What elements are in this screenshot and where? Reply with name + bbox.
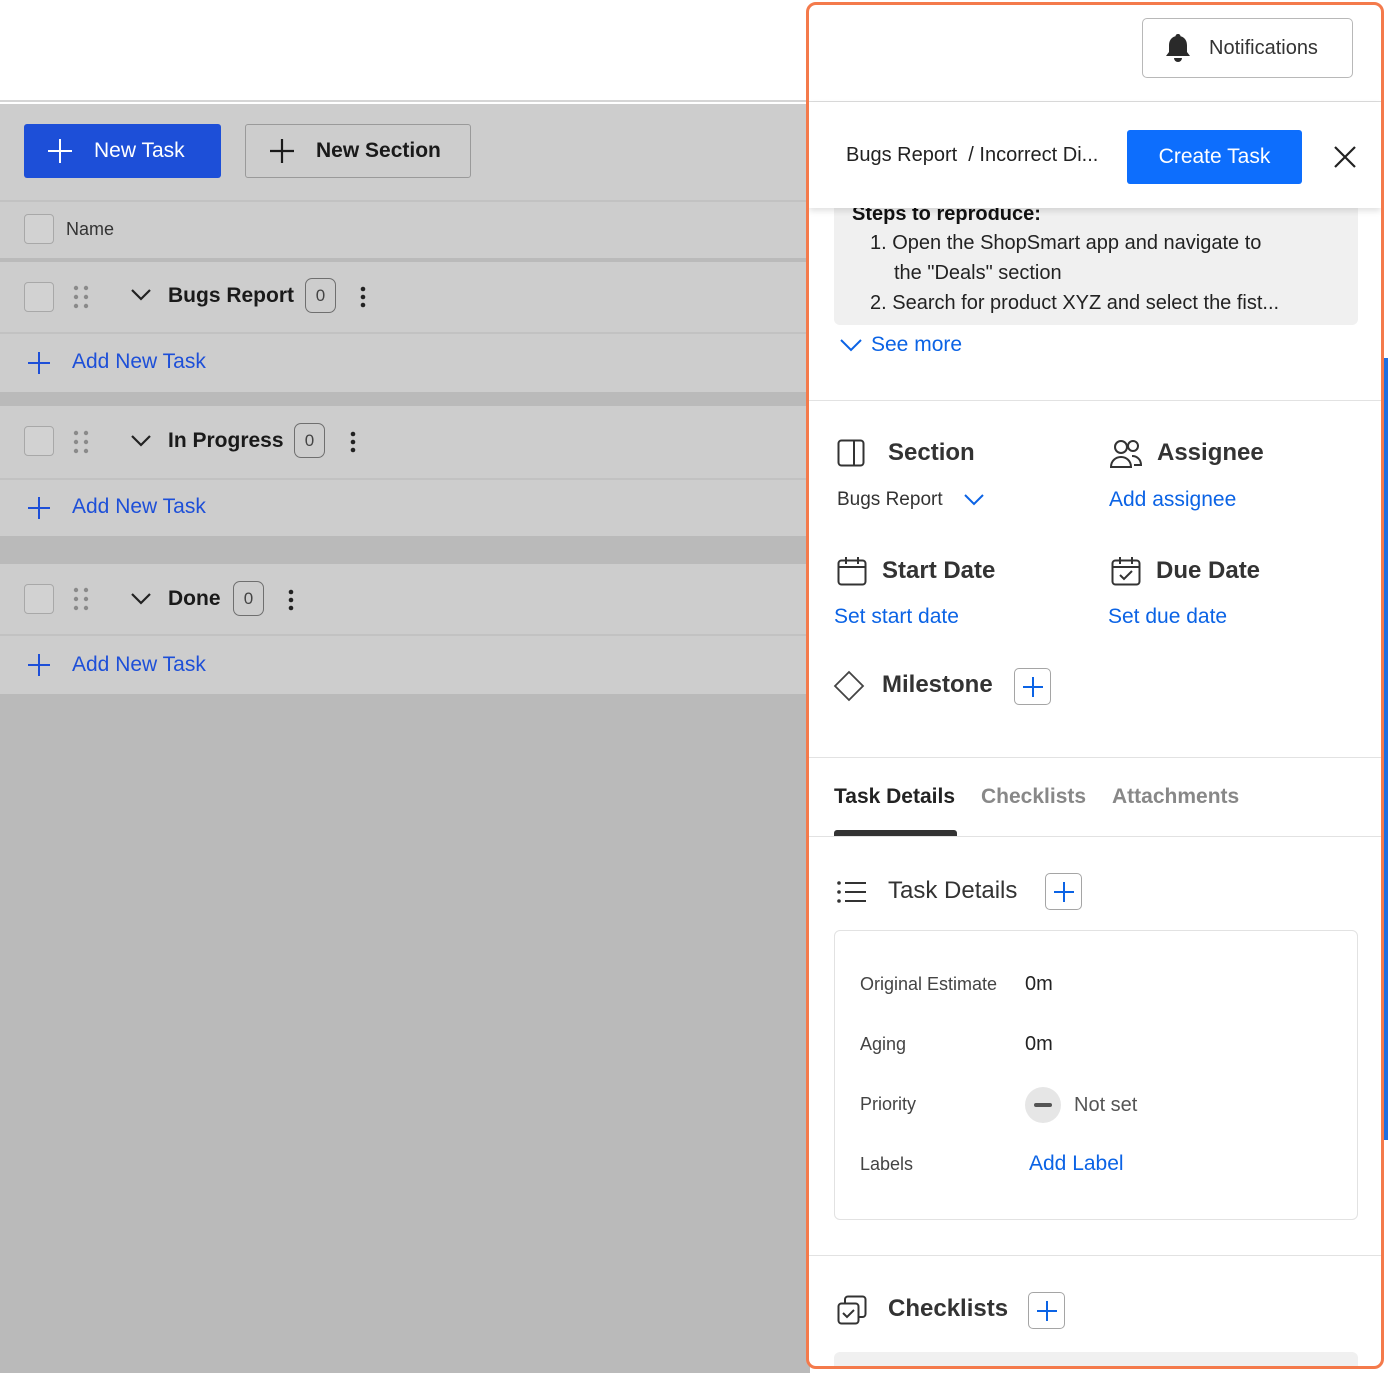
start-date-label: Start Date <box>882 557 996 584</box>
assignee-label: Assignee <box>1157 439 1264 466</box>
add-assignee-link[interactable]: Add assignee <box>1109 488 1236 512</box>
add-checklist-button[interactable] <box>1028 1292 1065 1329</box>
top-bar <box>0 0 810 102</box>
description-step-1: 1. Open the ShopSmart app and navigate t… <box>870 232 1262 254</box>
aging-value: 0m <box>1025 1033 1053 1055</box>
new-section-label: New Section <box>316 139 441 162</box>
section-value: Bugs Report <box>837 489 943 510</box>
group-title: Done <box>168 587 221 610</box>
section-icon <box>837 439 865 467</box>
more-options-icon[interactable] <box>360 286 366 308</box>
task-count-badge: 0 <box>294 423 325 458</box>
add-task-detail-button[interactable] <box>1045 873 1082 910</box>
users-icon <box>1110 439 1142 469</box>
diamond-icon <box>833 670 865 702</box>
add-task-row[interactable]: Add New Task <box>0 334 810 392</box>
due-date-label: Due Date <box>1156 557 1261 584</box>
description-step-2: 2. Search for product XYZ and select the… <box>870 292 1280 314</box>
checklist-icon <box>837 1295 867 1325</box>
name-column-header: Name <box>66 219 115 239</box>
new-task-label: New Task <box>94 139 185 162</box>
add-task-row[interactable]: Add New Task <box>0 636 810 694</box>
plus-icon <box>27 653 51 677</box>
drag-handle-icon[interactable] <box>73 430 89 454</box>
table-header: Name <box>0 200 810 258</box>
task-details-title: Task Details <box>888 877 1018 904</box>
tab-task-details[interactable]: Task Details <box>834 785 955 809</box>
chevron-down-icon[interactable] <box>130 434 152 448</box>
notifications-button[interactable]: Notifications <box>1142 18 1353 78</box>
drag-handle-icon[interactable] <box>73 285 89 309</box>
plus-icon <box>1022 676 1043 697</box>
chevron-down-icon <box>839 338 863 352</box>
group-row-bugs-report[interactable]: Bugs Report 0 <box>0 262 810 332</box>
add-task-row[interactable]: Add New Task <box>0 480 810 536</box>
task-list-area: New Task New Section Name Bugs Report 0 <box>0 104 810 1373</box>
plus-icon <box>1036 1300 1057 1321</box>
priority-value: Not set <box>1074 1093 1138 1116</box>
section-label: Section <box>888 439 975 466</box>
group-checkbox[interactable] <box>24 584 54 614</box>
plus-icon <box>27 496 51 520</box>
original-estimate-label: Original Estimate <box>860 974 998 994</box>
drag-handle-icon[interactable] <box>73 587 89 611</box>
group-row-done[interactable]: Done 0 <box>0 564 810 634</box>
checklist-card-edge <box>834 1352 1358 1366</box>
new-section-button[interactable]: New Section <box>245 124 471 178</box>
new-task-button[interactable]: New Task <box>24 124 221 178</box>
chevron-down-icon <box>963 493 985 507</box>
original-estimate-value[interactable]: 0m <box>1025 973 1053 996</box>
panel-header: Bugs Report / Incorrect Di... Create Tas… <box>809 102 1381 208</box>
tab-checklists[interactable]: Checklists <box>981 785 1086 809</box>
minus-circle-icon <box>1025 1087 1061 1123</box>
checklists-title: Checklists <box>888 1295 1009 1322</box>
add-label-link[interactable]: Add Label <box>1029 1152 1124 1176</box>
labels-label: Labels <box>860 1154 914 1174</box>
notifications-label: Notifications <box>1209 36 1318 59</box>
task-detail-panel: Notifications Bugs Report / Incorrect Di… <box>806 2 1384 1369</box>
see-more-link[interactable]: See more <box>839 333 962 357</box>
more-options-icon[interactable] <box>288 589 294 611</box>
priority-label: Priority <box>860 1094 917 1114</box>
group-checkbox[interactable] <box>24 426 54 456</box>
more-options-icon[interactable] <box>350 431 356 453</box>
plus-icon <box>268 137 296 165</box>
toolbar: New Task New Section <box>0 104 810 200</box>
add-new-task-link[interactable]: Add New Task <box>72 350 206 374</box>
task-count-badge: 0 <box>305 278 336 313</box>
group-title: In Progress <box>168 429 284 452</box>
bell-icon <box>1163 32 1193 64</box>
plus-icon <box>46 137 74 165</box>
add-new-task-link[interactable]: Add New Task <box>72 653 206 677</box>
task-count-badge: 0 <box>233 581 264 616</box>
calendar-icon <box>837 556 867 586</box>
create-task-label: Create Task <box>1158 145 1271 168</box>
add-new-task-link[interactable]: Add New Task <box>72 495 206 519</box>
breadcrumb[interactable]: Bugs Report / Incorrect Di... <box>846 144 1098 167</box>
group-row-in-progress[interactable]: In Progress 0 <box>0 406 810 478</box>
close-icon[interactable] <box>1334 146 1356 168</box>
milestone-label: Milestone <box>882 671 993 698</box>
group-title: Bugs Report <box>168 284 294 307</box>
priority-select[interactable]: Not set <box>1025 1087 1137 1123</box>
section-select[interactable]: Bugs Report <box>837 489 985 511</box>
description-step-1-cont: the "Deals" section <box>894 262 1062 284</box>
group-checkbox[interactable] <box>24 282 54 312</box>
chevron-down-icon[interactable] <box>130 592 152 606</box>
select-all-checkbox[interactable] <box>24 214 54 244</box>
aging-label: Aging <box>860 1034 907 1054</box>
create-task-button[interactable]: Create Task <box>1127 130 1302 184</box>
plus-icon <box>1053 881 1074 902</box>
plus-icon <box>27 351 51 375</box>
scrollbar[interactable] <box>1384 358 1388 1140</box>
set-start-date-link[interactable]: Set start date <box>834 605 959 629</box>
set-due-date-link[interactable]: Set due date <box>1108 605 1227 629</box>
chevron-down-icon[interactable] <box>130 288 152 302</box>
add-milestone-button[interactable] <box>1014 668 1051 705</box>
calendar-check-icon <box>1111 556 1141 586</box>
list-icon <box>837 881 867 903</box>
tab-attachments[interactable]: Attachments <box>1112 785 1239 809</box>
